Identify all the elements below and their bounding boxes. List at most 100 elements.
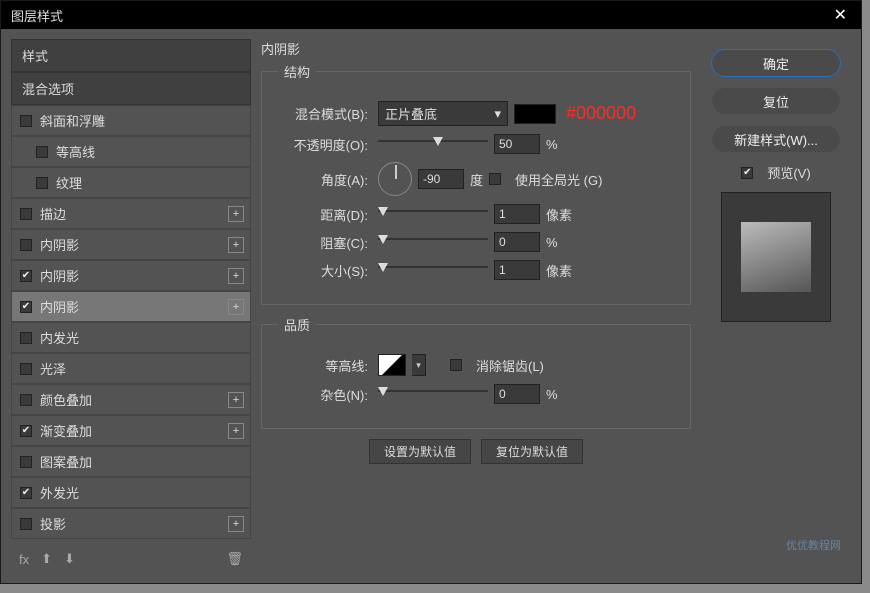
angle-input[interactable] bbox=[418, 169, 464, 189]
angle-label: 角度(A): bbox=[278, 170, 368, 189]
sidebar-item[interactable]: 内阴影+ bbox=[11, 291, 251, 322]
plus-icon[interactable]: + bbox=[228, 206, 244, 222]
distance-input[interactable] bbox=[494, 204, 540, 224]
titlebar: 图层样式 ✕ bbox=[1, 1, 861, 29]
sidebar-item[interactable]: 内发光 bbox=[11, 322, 251, 353]
sidebar-item-label: 图案叠加 bbox=[40, 452, 92, 471]
sidebar-item-label: 外发光 bbox=[40, 483, 79, 502]
down-arrow-icon[interactable]: ⬇ bbox=[64, 551, 75, 567]
antialias-label: 消除锯齿(L) bbox=[476, 356, 544, 375]
sidebar-item-label: 内阴影 bbox=[40, 235, 79, 254]
style-checkbox[interactable] bbox=[20, 487, 32, 499]
blend-mode-label: 混合模式(B): bbox=[278, 104, 368, 123]
plus-icon[interactable]: + bbox=[228, 299, 244, 315]
plus-icon[interactable]: + bbox=[228, 268, 244, 284]
structure-group: 结构 混合模式(B): 正片叠底 ▾ #000000 不透明度(O): % bbox=[261, 62, 691, 305]
layer-style-dialog: 图层样式 ✕ 样式 混合选项 斜面和浮雕等高线纹理描边+内阴影+内阴影+内阴影+… bbox=[0, 0, 862, 584]
antialias-checkbox[interactable] bbox=[450, 359, 462, 371]
sidebar-item[interactable]: 外发光 bbox=[11, 477, 251, 508]
noise-unit: % bbox=[546, 387, 576, 402]
fx-icon[interactable]: fx bbox=[19, 552, 29, 567]
distance-slider[interactable] bbox=[378, 207, 488, 221]
sidebar-item-label: 纹理 bbox=[56, 173, 82, 192]
style-checkbox[interactable] bbox=[20, 518, 32, 530]
style-checkbox[interactable] bbox=[20, 301, 32, 313]
sidebar-item-label: 投影 bbox=[40, 514, 66, 533]
sidebar-footer: fx ⬆ ⬇ 🗑 bbox=[11, 545, 251, 573]
angle-dial[interactable] bbox=[378, 162, 412, 196]
contour-swatch[interactable] bbox=[378, 354, 406, 376]
reset-default-button[interactable]: 复位为默认值 bbox=[481, 439, 583, 464]
sidebar-item-label: 光泽 bbox=[40, 359, 66, 378]
size-slider[interactable] bbox=[378, 263, 488, 277]
blend-mode-select[interactable]: 正片叠底 ▾ bbox=[378, 101, 508, 126]
plus-icon[interactable]: + bbox=[228, 423, 244, 439]
hex-annotation: #000000 bbox=[566, 103, 636, 124]
cancel-button[interactable]: 复位 bbox=[711, 87, 841, 115]
style-checkbox[interactable] bbox=[20, 425, 32, 437]
sidebar-item[interactable]: 颜色叠加 + bbox=[11, 384, 251, 415]
sidebar-item[interactable]: 图案叠加 bbox=[11, 446, 251, 477]
ok-button[interactable]: 确定 bbox=[711, 49, 841, 77]
opacity-input[interactable] bbox=[494, 134, 540, 154]
style-checkbox[interactable] bbox=[20, 270, 32, 282]
sidebar-item-label: 颜色叠加 bbox=[40, 390, 92, 409]
sidebar-item-label: 渐变叠加 bbox=[40, 421, 92, 440]
style-checkbox[interactable] bbox=[20, 239, 32, 251]
sidebar-item[interactable]: 斜面和浮雕 bbox=[11, 105, 251, 136]
plus-icon[interactable]: + bbox=[228, 392, 244, 408]
new-style-button[interactable]: 新建样式(W)... bbox=[711, 125, 841, 153]
sidebar-item[interactable]: 纹理 bbox=[11, 167, 251, 198]
preview-checkbox[interactable] bbox=[741, 167, 753, 179]
size-label: 大小(S): bbox=[278, 261, 368, 280]
preview-swatch bbox=[741, 222, 811, 292]
opacity-unit: % bbox=[546, 137, 576, 152]
style-checkbox[interactable] bbox=[20, 363, 32, 375]
trash-icon[interactable]: 🗑 bbox=[226, 551, 243, 567]
right-panel: 确定 复位 新建样式(W)... 预览(V) bbox=[701, 39, 851, 573]
choke-label: 阻塞(C): bbox=[278, 233, 368, 252]
style-checkbox[interactable] bbox=[20, 332, 32, 344]
style-checkbox[interactable] bbox=[20, 208, 32, 220]
sidebar-item-label: 内阴影 bbox=[40, 266, 79, 285]
size-unit: 像素 bbox=[546, 261, 576, 280]
noise-slider[interactable] bbox=[378, 387, 488, 401]
noise-input[interactable] bbox=[494, 384, 540, 404]
style-checkbox[interactable] bbox=[20, 456, 32, 468]
contour-dropdown[interactable]: ▾ bbox=[412, 354, 426, 376]
sidebar-item[interactable]: 投影 + bbox=[11, 508, 251, 539]
sidebar-item[interactable]: 描边+ bbox=[11, 198, 251, 229]
sidebar-item-label: 等高线 bbox=[56, 142, 95, 161]
style-checkbox[interactable] bbox=[36, 146, 48, 158]
choke-input[interactable] bbox=[494, 232, 540, 252]
distance-label: 距离(D): bbox=[278, 205, 368, 224]
opacity-label: 不透明度(O): bbox=[278, 135, 368, 154]
style-checkbox[interactable] bbox=[36, 177, 48, 189]
plus-icon[interactable]: + bbox=[228, 516, 244, 532]
sidebar-item[interactable]: 渐变叠加 + bbox=[11, 415, 251, 446]
settings-panel: 内阴影 结构 混合模式(B): 正片叠底 ▾ #000000 不透明度(O): bbox=[261, 39, 691, 573]
plus-icon[interactable]: + bbox=[228, 237, 244, 253]
sidebar-item[interactable]: 等高线 bbox=[11, 136, 251, 167]
angle-unit: 度 bbox=[470, 170, 483, 189]
quality-legend: 品质 bbox=[278, 315, 316, 334]
opacity-slider[interactable] bbox=[378, 137, 488, 151]
global-light-checkbox[interactable] bbox=[489, 173, 501, 185]
make-default-button[interactable]: 设置为默认值 bbox=[369, 439, 471, 464]
close-icon[interactable]: ✕ bbox=[830, 5, 851, 25]
style-checkbox[interactable] bbox=[20, 394, 32, 406]
sidebar-item[interactable]: 内阴影 + bbox=[11, 229, 251, 260]
sidebar-header-styles[interactable]: 样式 bbox=[11, 39, 251, 72]
sidebar-item-label: 斜面和浮雕 bbox=[40, 111, 105, 130]
up-arrow-icon[interactable]: ⬆ bbox=[41, 551, 52, 567]
size-input[interactable] bbox=[494, 260, 540, 280]
dialog-title: 图层样式 bbox=[11, 6, 63, 25]
choke-slider[interactable] bbox=[378, 235, 488, 249]
choke-unit: % bbox=[546, 235, 576, 250]
sidebar-item[interactable]: 内阴影 + bbox=[11, 260, 251, 291]
watermark: 优优教程网 bbox=[786, 537, 841, 553]
sidebar-header-blend[interactable]: 混合选项 bbox=[11, 72, 251, 105]
style-checkbox[interactable] bbox=[20, 115, 32, 127]
shadow-color-swatch[interactable] bbox=[514, 104, 556, 124]
sidebar-item[interactable]: 光泽 bbox=[11, 353, 251, 384]
